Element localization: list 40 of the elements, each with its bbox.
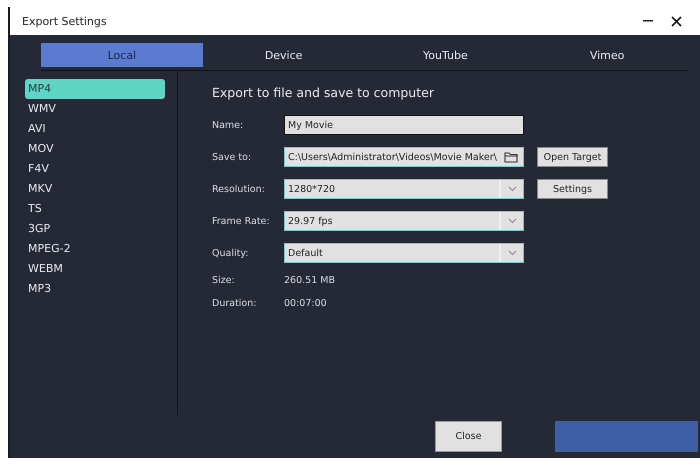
tab[interactable]: YouTube xyxy=(364,43,526,67)
dropdown-field[interactable]: Default xyxy=(284,243,524,263)
chevron-down-icon xyxy=(508,250,516,256)
format-item[interactable]: MP3 xyxy=(25,279,165,299)
close-dialog-button[interactable]: Close xyxy=(435,421,502,452)
input-field[interactable]: C:\Users\Administrator\Videos\Movie Maker\ xyxy=(284,147,524,167)
dropdown-field[interactable]: 29.97 fps xyxy=(284,211,524,231)
format-item[interactable]: TS xyxy=(25,199,165,219)
field-label: Frame Rate: xyxy=(212,216,271,226)
field-label: Quality: xyxy=(212,248,250,258)
info-value: 260.51 MB xyxy=(284,275,335,286)
field-action-button[interactable]: Settings xyxy=(537,179,608,199)
chevron-down-icon xyxy=(508,218,516,224)
field-label: Size: xyxy=(212,275,236,286)
dropdown-field[interactable]: 1280*720 xyxy=(284,179,524,199)
format-item[interactable]: F4V xyxy=(25,159,165,179)
info-value: 00:07:00 xyxy=(284,298,327,309)
format-item[interactable]: MOV xyxy=(25,139,165,159)
format-item[interactable]: MKV xyxy=(25,179,165,199)
chevron-down-icon xyxy=(508,186,516,192)
field-label: Duration: xyxy=(212,298,258,309)
close-icon xyxy=(670,16,682,26)
section-heading: Export to file and save to computer xyxy=(212,85,435,100)
minimize-icon xyxy=(643,20,653,22)
field-label: Resolution: xyxy=(212,184,266,194)
tab[interactable]: Local xyxy=(41,43,203,67)
field-action-button[interactable]: Open Target xyxy=(537,147,608,167)
field-label: Save to: xyxy=(212,152,252,162)
input-field[interactable]: My Movie xyxy=(284,115,524,135)
tab[interactable]: Device xyxy=(202,43,364,67)
format-item[interactable]: 3GP xyxy=(25,219,165,239)
format-item[interactable]: MP4 xyxy=(25,79,165,99)
format-item[interactable]: WEBM xyxy=(25,259,165,279)
field-label: Name: xyxy=(212,120,244,130)
folder-icon xyxy=(504,151,519,163)
format-item[interactable]: MPEG-2 xyxy=(25,239,165,259)
format-item[interactable]: AVI xyxy=(25,119,165,139)
window-title: Export Settings xyxy=(22,14,108,28)
tab[interactable]: Vimeo xyxy=(526,43,688,67)
format-item[interactable]: WMV xyxy=(25,99,165,119)
